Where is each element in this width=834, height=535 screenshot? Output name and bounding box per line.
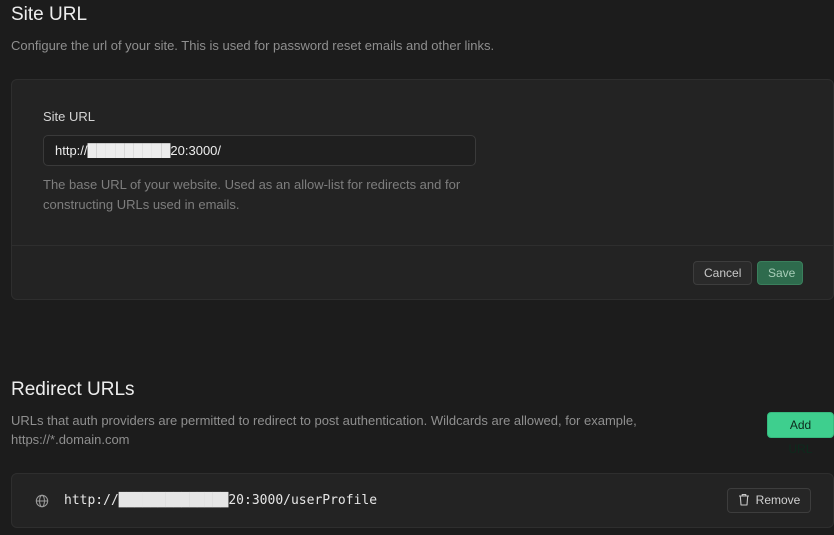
site-url-help-text: The base URL of your website. Used as an… (43, 177, 461, 212)
cancel-button[interactable]: Cancel (693, 261, 752, 285)
redirect-urls-description: URLs that auth providers are permitted t… (11, 413, 637, 447)
site-url-card-footer: Cancel Save (12, 245, 833, 299)
site-url-title: Site URL (11, 4, 88, 25)
site-url-input[interactable] (43, 135, 476, 166)
site-url-description: Configure the url of your site. This is … (11, 38, 495, 53)
redirect-urls-title: Redirect URLs (11, 379, 135, 400)
globe-icon (35, 494, 49, 508)
trash-icon (738, 494, 749, 506)
redirect-url-value: http://██████████████20:3000/userProfile (64, 493, 378, 508)
site-url-field-label: Site URL (43, 109, 96, 124)
add-url-button[interactable]: Add URL (767, 412, 834, 456)
site-url-card: Site URL The base URL of your website. U… (11, 79, 834, 300)
redirect-url-row: http://██████████████20:3000/userProfile… (11, 473, 834, 528)
remove-url-label: Remove (755, 493, 801, 507)
save-button[interactable]: Save (757, 261, 803, 285)
remove-url-button[interactable]: Remove (727, 488, 811, 513)
